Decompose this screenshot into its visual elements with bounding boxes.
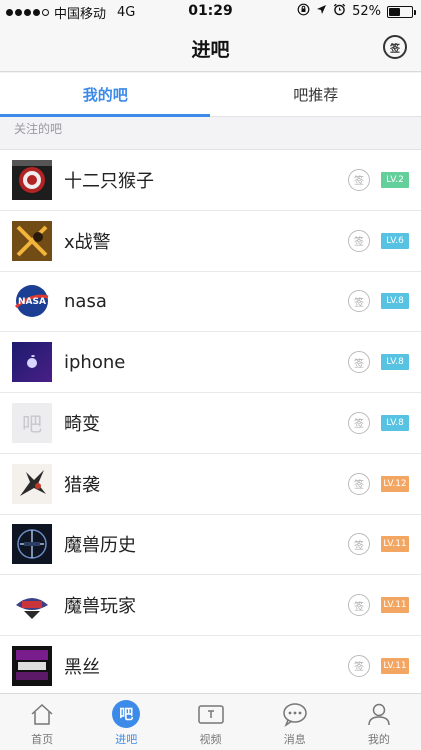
tabbar-profile[interactable]: 我的 <box>337 694 421 750</box>
tabbar-home[interactable]: 首页 <box>0 694 84 750</box>
tab-recommended-forums[interactable]: 吧推荐 <box>211 73 421 116</box>
bottom-tab-bar: 首页 吧 进吧 视频 消息 我的 <box>0 693 421 750</box>
list-item[interactable]: iphone 签 LV.8 <box>0 332 421 393</box>
checkin-button[interactable]: 签 <box>348 290 370 313</box>
battery-icon <box>387 5 416 18</box>
forum-name: iphone <box>64 351 126 373</box>
tabbar-label: 消息 <box>283 733 306 746</box>
tabbar-message[interactable]: 消息 <box>253 694 337 750</box>
message-icon <box>281 700 309 728</box>
level-badge: LV.11 <box>381 657 409 674</box>
tab-my-forums[interactable]: 我的吧 <box>0 73 211 117</box>
forum-list: 十二只猴子 签 LV.2 x战警 签 LV.6 NASA nasa 签 LV.8… <box>0 149 421 697</box>
video-icon <box>197 700 225 728</box>
list-item[interactable]: 猎袭 签 LV.12 <box>0 454 421 515</box>
list-item[interactable]: 吧 畸变 签 LV.8 <box>0 393 421 454</box>
checkin-button[interactable]: 签 <box>348 533 370 556</box>
tabbar-label: 首页 <box>31 733 54 746</box>
forum-name: 十二只猴子 <box>64 170 154 192</box>
page-title: 进吧 <box>191 39 230 61</box>
list-item[interactable]: 十二只猴子 签 LV.2 <box>0 150 421 211</box>
ba-icon: 吧 <box>112 700 141 728</box>
warcraft-icon <box>12 524 52 565</box>
tabbar-ba[interactable]: 吧 进吧 <box>84 694 168 750</box>
level-badge: LV.6 <box>381 232 409 249</box>
level-badge: LV.2 <box>381 171 409 188</box>
level-badge: LV.12 <box>381 475 409 492</box>
twelve-monkeys-icon <box>12 159 52 200</box>
default-ba-text: 吧 <box>22 412 42 437</box>
tabbar-label: 进吧 <box>115 733 138 746</box>
section-label: 关注的吧 <box>14 122 63 136</box>
segmented-tabs: 我的吧 吧推荐 <box>0 73 421 117</box>
status-bar: 中国移动 4G 01:29 52% <box>0 0 421 24</box>
warcraft-player-icon <box>12 585 52 626</box>
navigation-bar: 进吧 签 <box>0 24 421 72</box>
x-men-icon <box>12 220 52 261</box>
level-badge: LV.8 <box>381 354 409 371</box>
checkin-button[interactable]: 签 <box>348 472 370 495</box>
hunter-icon <box>12 463 52 504</box>
forum-name: nasa <box>64 290 107 312</box>
profile-icon <box>365 700 393 728</box>
status-right: 52% <box>297 3 416 20</box>
level-badge: LV.11 <box>381 536 409 553</box>
apple-icon <box>12 342 52 383</box>
default-ba-icon: 吧 <box>12 402 52 443</box>
location-icon <box>316 4 327 19</box>
checkin-button[interactable]: 签 <box>348 594 370 617</box>
forum-name: x战警 <box>64 231 111 253</box>
forum-name: 魔兽玩家 <box>64 596 136 618</box>
checkin-button[interactable]: 签 <box>348 229 370 252</box>
level-badge: LV.8 <box>381 293 409 310</box>
list-item[interactable]: x战警 签 LV.6 <box>0 211 421 272</box>
list-item[interactable]: NASA nasa 签 LV.8 <box>0 272 421 333</box>
checkin-button[interactable]: 签 <box>348 654 370 677</box>
sign-in-all-button[interactable]: 签 <box>383 35 407 59</box>
battery-percent: 52% <box>352 4 381 19</box>
nasa-icon: NASA <box>12 281 52 322</box>
level-badge: LV.11 <box>381 597 409 614</box>
checkin-button[interactable]: 签 <box>348 168 370 191</box>
list-item[interactable]: 魔兽玩家 签 LV.11 <box>0 575 421 636</box>
tabbar-label: 我的 <box>367 733 390 746</box>
tabbar-video[interactable]: 视频 <box>168 694 252 750</box>
forum-name: 畸变 <box>64 413 100 435</box>
black-icon <box>12 645 52 686</box>
forum-name: 猎袭 <box>64 474 100 496</box>
svg-text:NASA: NASA <box>18 297 46 307</box>
forum-name: 魔兽历史 <box>64 535 136 557</box>
list-item[interactable]: 魔兽历史 签 LV.11 <box>0 515 421 576</box>
checkin-button[interactable]: 签 <box>348 411 370 434</box>
home-icon <box>28 700 56 728</box>
checkin-button[interactable]: 签 <box>348 351 370 374</box>
forum-name: 黑丝 <box>64 656 100 678</box>
rotation-lock-icon <box>297 3 310 20</box>
list-item[interactable]: 黑丝 签 LV.11 <box>0 636 421 697</box>
tabbar-label: 视频 <box>199 733 222 746</box>
alarm-icon <box>333 3 346 20</box>
level-badge: LV.8 <box>381 414 409 431</box>
ba-icon-text: 吧 <box>112 700 141 728</box>
